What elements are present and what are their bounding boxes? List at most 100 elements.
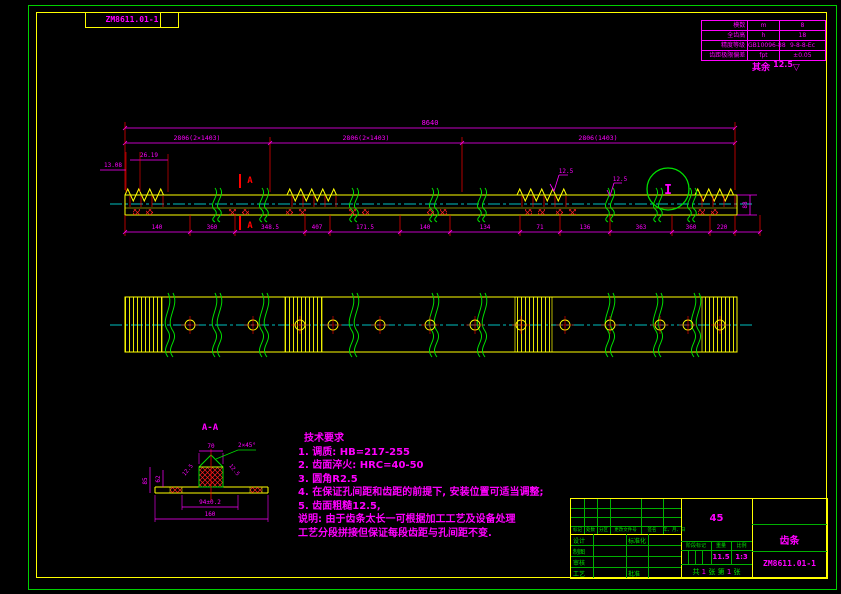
sign-label-draw: 制图: [573, 549, 586, 556]
rev-header: 标记: [573, 528, 582, 533]
grid-line: [571, 517, 681, 518]
hatch-patch: [556, 209, 563, 215]
section-title: A-A: [202, 423, 219, 433]
note-line: 1. 调质: HB=217-255: [298, 446, 410, 458]
note-line: 4. 在保证孔间距和齿距的前提下, 安装位置可适当调整;: [298, 487, 544, 498]
plate-hatch: [249, 486, 263, 494]
hatch-patch: [698, 209, 705, 215]
roughness-value: 12.5: [613, 176, 628, 183]
dim-segment: 2806(1403): [578, 134, 617, 142]
teeth-band: [284, 296, 323, 353]
hatch-patch: [440, 209, 447, 215]
note-line: 说明: 由于齿条太长一可根据加工工艺及设备处理: [298, 514, 516, 525]
dim-pitch: 13.08: [104, 162, 122, 169]
break-line: [216, 187, 222, 223]
dim-width: 70: [207, 443, 215, 450]
stage-header: 阶段标记: [685, 543, 706, 549]
hatch-patch: [286, 209, 293, 215]
grid-line: [752, 524, 827, 525]
hatch-patch: [349, 209, 356, 215]
dim-bottom: 134: [480, 224, 491, 231]
rev-header: 更改文件号: [614, 528, 637, 533]
notes-title: 技术要求: [304, 433, 344, 444]
sign-label-check: 审核: [573, 560, 586, 567]
note-line: 5. 齿面粗糙12.5,: [298, 500, 381, 512]
dim-bottom: 136: [580, 224, 591, 231]
break-line: [428, 187, 434, 223]
top-view: 140 360 348.5 407 171.5 140 134 71 136 363 360 220 …: [100, 119, 763, 236]
dim-overall: 8640: [422, 119, 439, 127]
dim-bottom: 171.5: [356, 224, 374, 231]
dim-hole-span: 94±0.2: [199, 499, 221, 506]
plate-hatch: [169, 486, 183, 494]
approve-label: 批准: [628, 571, 641, 578]
sheet-number: 1: [726, 568, 732, 576]
sheet-info: 共 1 张 第 1 张: [681, 567, 752, 577]
hatch-patch: [362, 209, 369, 215]
sheet-word: 张: [733, 568, 741, 576]
sheet-word: 第: [717, 568, 725, 576]
dim-height: 88: [742, 201, 749, 209]
grid-line: [681, 550, 752, 551]
dim-chamfer: 2×45°: [238, 442, 256, 449]
grid-line: [695, 550, 696, 564]
grid-line: [752, 551, 827, 552]
break-line: [657, 187, 663, 223]
dim-base-width: 160: [205, 511, 216, 518]
hatch-patch: [711, 209, 718, 215]
hatch-patch: [538, 209, 545, 215]
hatch-patch: [146, 209, 153, 215]
note-line: 2. 齿面淬火: HRC=40-50: [298, 460, 424, 471]
section-letter: A: [247, 176, 253, 186]
break-line: [258, 187, 264, 223]
roughness-icon: [549, 174, 568, 192]
dim-pitch: 26.19: [140, 152, 158, 159]
grid-line: [571, 508, 681, 509]
grid-line: [702, 550, 703, 564]
hatch-patch: [299, 209, 306, 215]
rev-header: 分区: [599, 528, 608, 533]
title-block: 标记 处数 分区 更改文件号 签名 年、月、日 设计 制图 审核 工艺 标准化 …: [570, 498, 828, 579]
scale-value: 1:3: [735, 553, 748, 561]
dim-bottom: 220: [717, 224, 728, 231]
dim-bottom: 71: [536, 224, 544, 231]
note-line: 工艺分段拼接但保证每段齿距与孔间距不变.: [298, 527, 492, 539]
note-line: 3. 圆角R2.5: [298, 473, 358, 485]
grid-line: [681, 564, 752, 565]
dim-bottom: 360: [207, 224, 218, 231]
technical-notes: 技术要求 1. 调质: HB=217-255 2. 齿面淬火: HRC=40-5…: [298, 432, 578, 540]
plan-view: [110, 292, 752, 358]
sign-label-design: 设计: [573, 538, 586, 545]
teeth-band: [124, 296, 163, 353]
flank-roughness: 12.5: [227, 463, 240, 477]
scale-header: 比例: [736, 543, 747, 549]
detail-mark: I: [664, 183, 672, 198]
grid-line: [688, 550, 689, 564]
part-name: 齿条: [779, 536, 800, 547]
hatch-patch: [133, 209, 140, 215]
dim-bottom: 348.5: [261, 224, 279, 231]
section-view: A-A 70 2×45° 85 62 12.5 12.5 94±0.2 160: [142, 423, 269, 522]
dim-bottom: 407: [312, 224, 323, 231]
weight-value: 11.5: [712, 553, 730, 561]
cad-screenshot: { "meta": { "drawing_no": "ZM8611.01-1" …: [0, 0, 841, 594]
rev-header: 年、月、日: [663, 528, 686, 533]
sheet-word: 张: [708, 568, 716, 576]
hatch-patch: [242, 209, 249, 215]
sheet-word: 共: [692, 568, 700, 576]
break-line: [211, 187, 217, 223]
dim-segment: 2806(2×1403): [174, 134, 221, 142]
rev-header: 签名: [647, 528, 657, 533]
break-line: [481, 187, 487, 223]
break-line: [353, 187, 359, 223]
grid-line: [626, 534, 627, 578]
grid-line: [648, 534, 649, 578]
break-line: [263, 187, 269, 223]
teeth-band: [514, 296, 553, 353]
break-line: [433, 187, 439, 223]
roughness-value: 12.5: [559, 168, 574, 175]
sign-label-process: 工艺: [573, 571, 586, 578]
teeth-band: [701, 296, 738, 353]
drawing-number: ZM8611.01-1: [763, 559, 816, 568]
dim-height: 85: [142, 477, 149, 485]
